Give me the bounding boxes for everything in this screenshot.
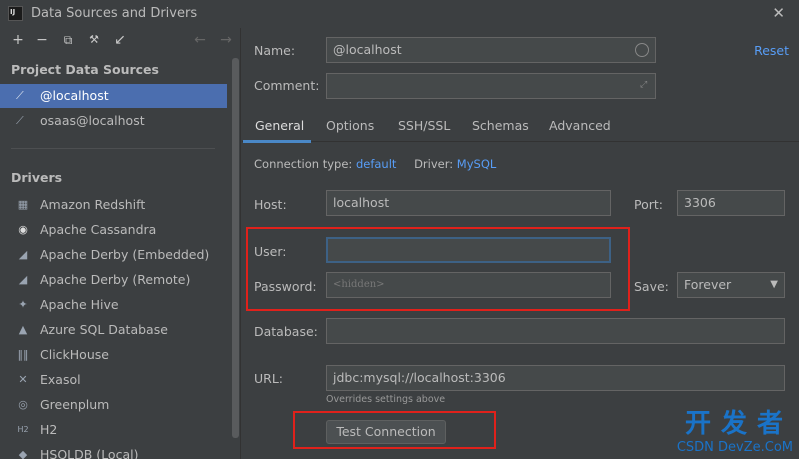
- tab-bar: General Options SSH/SSL Schemas Advanced: [242, 112, 799, 142]
- title-bar: Data Sources and Drivers ✕: [0, 0, 799, 28]
- name-label: Name:: [254, 43, 296, 58]
- color-circle-icon[interactable]: [635, 43, 649, 57]
- watermark-sub: CSDN DevZe.CoM: [676, 440, 793, 455]
- mysql-icon: ⟋: [16, 89, 24, 102]
- wrench-icon[interactable]: ⚒: [86, 32, 102, 48]
- greenplum-icon: ◎: [18, 398, 28, 411]
- save-select[interactable]: Forever ▼: [677, 272, 785, 298]
- driver-label: Azure SQL Database: [40, 322, 168, 337]
- h2-icon: H2: [17, 425, 29, 434]
- highlight-credentials-box: [246, 227, 630, 311]
- driver-item[interactable]: ‖‖ ClickHouse: [0, 342, 227, 367]
- data-source-label: @localhost: [40, 88, 109, 103]
- redshift-icon: ▦: [17, 198, 29, 211]
- comment-label: Comment:: [254, 78, 320, 93]
- url-label: URL:: [254, 371, 284, 386]
- close-icon[interactable]: ✕: [772, 4, 785, 22]
- remove-icon[interactable]: −: [34, 32, 50, 48]
- tab-advanced[interactable]: Advanced: [549, 118, 611, 133]
- driver-item[interactable]: H2 H2: [0, 417, 227, 442]
- driver-label: Apache Hive: [40, 297, 119, 312]
- database-label: Database:: [254, 324, 318, 339]
- exasol-icon: ✕: [18, 373, 28, 386]
- database-input[interactable]: [326, 318, 785, 344]
- driver-item[interactable]: ▲ Azure SQL Database: [0, 317, 227, 342]
- reset-link[interactable]: Reset: [754, 43, 789, 58]
- comment-input[interactable]: ⤢: [326, 73, 656, 99]
- driver-label: HSQLDB (Local): [40, 447, 139, 459]
- connection-type-row: Connection type: default Driver: MySQL: [254, 157, 496, 171]
- left-scrollbar[interactable]: [232, 58, 239, 438]
- expand-icon[interactable]: ⤢: [640, 81, 649, 90]
- save-label: Save:: [634, 279, 669, 294]
- add-icon[interactable]: +: [10, 32, 26, 48]
- driver-item[interactable]: ▦ Amazon Redshift: [0, 192, 227, 217]
- data-source-item[interactable]: ⟋ @localhost: [0, 84, 227, 108]
- name-input[interactable]: @localhost: [326, 37, 656, 63]
- azure-icon: ▲: [18, 323, 28, 336]
- intellij-icon: [8, 6, 23, 21]
- driver-item[interactable]: ◢ Apache Derby (Remote): [0, 267, 227, 292]
- derby-icon: ◢: [18, 273, 28, 286]
- driver-label: Exasol: [40, 372, 81, 387]
- url-input[interactable]: jdbc:mysql://localhost:3306: [326, 365, 785, 391]
- left-toolbar: + − ⧉ ⚒ ↙ ← →: [0, 28, 241, 54]
- save-value: Forever: [684, 277, 732, 292]
- driver-label: ClickHouse: [40, 347, 109, 362]
- highlight-test-button-box: [293, 411, 496, 449]
- back-arrow-icon[interactable]: ←: [192, 32, 208, 48]
- cassandra-icon: ◉: [18, 223, 28, 236]
- tab-schemas[interactable]: Schemas: [472, 118, 529, 133]
- connection-type-link[interactable]: default: [356, 157, 396, 171]
- driver-label: Apache Derby (Remote): [40, 272, 191, 287]
- chevron-down-icon: ▼: [770, 279, 778, 290]
- driver-label: Greenplum: [40, 397, 110, 412]
- driver-label: Amazon Redshift: [40, 197, 146, 212]
- clickhouse-icon: ‖‖: [17, 348, 29, 361]
- driver-label: Apache Cassandra: [40, 222, 157, 237]
- tab-general[interactable]: General: [255, 118, 304, 133]
- data-source-label: osaas@localhost: [40, 113, 145, 128]
- port-label: Port:: [634, 197, 663, 212]
- active-tab-indicator: [243, 140, 311, 143]
- hsqldb-icon: ◆: [18, 448, 28, 459]
- driver-item[interactable]: ◎ Greenplum: [0, 392, 227, 417]
- derby-icon: ◢: [18, 248, 28, 261]
- tab-options[interactable]: Options: [326, 118, 374, 133]
- driver-label: Driver:: [414, 157, 454, 171]
- driver-link[interactable]: MySQL: [457, 157, 497, 171]
- url-hint: Overrides settings above: [326, 394, 446, 405]
- left-panel: + − ⧉ ⚒ ↙ ← → Project Data Sources ⟋ @lo…: [0, 28, 241, 459]
- import-icon[interactable]: ↙: [112, 32, 128, 48]
- hive-icon: ✦: [18, 298, 28, 311]
- port-input[interactable]: 3306: [677, 190, 785, 216]
- host-label: Host:: [254, 197, 287, 212]
- driver-item[interactable]: ✦ Apache Hive: [0, 292, 227, 317]
- driver-item[interactable]: ✕ Exasol: [0, 367, 227, 392]
- mysql-icon: ⟋: [16, 114, 24, 127]
- watermark: 开发者 CSDN DevZe.CoM: [677, 403, 793, 455]
- tab-ssh-ssl[interactable]: SSH/SSL: [398, 118, 450, 133]
- driver-label: Apache Derby (Embedded): [40, 247, 210, 262]
- driver-item[interactable]: ◆ HSQLDB (Local): [0, 442, 227, 459]
- right-panel: Name: @localhost Reset Comment: ⤢ Genera…: [242, 28, 799, 459]
- host-input[interactable]: localhost: [326, 190, 611, 216]
- section-divider: [11, 148, 215, 149]
- driver-label: H2: [40, 422, 58, 437]
- project-data-sources-heading: Project Data Sources: [11, 62, 159, 77]
- name-value: @localhost: [333, 42, 402, 57]
- drivers-heading: Drivers: [11, 170, 63, 185]
- watermark-cn: 开发者: [684, 409, 793, 439]
- connection-type-label: Connection type:: [254, 157, 353, 171]
- driver-item[interactable]: ◢ Apache Derby (Embedded): [0, 242, 227, 267]
- window-title: Data Sources and Drivers: [31, 6, 198, 21]
- forward-arrow-icon[interactable]: →: [218, 32, 234, 48]
- driver-item[interactable]: ◉ Apache Cassandra: [0, 217, 227, 242]
- copy-icon[interactable]: ⧉: [60, 32, 76, 48]
- data-source-item[interactable]: ⟋ osaas@localhost: [0, 109, 227, 133]
